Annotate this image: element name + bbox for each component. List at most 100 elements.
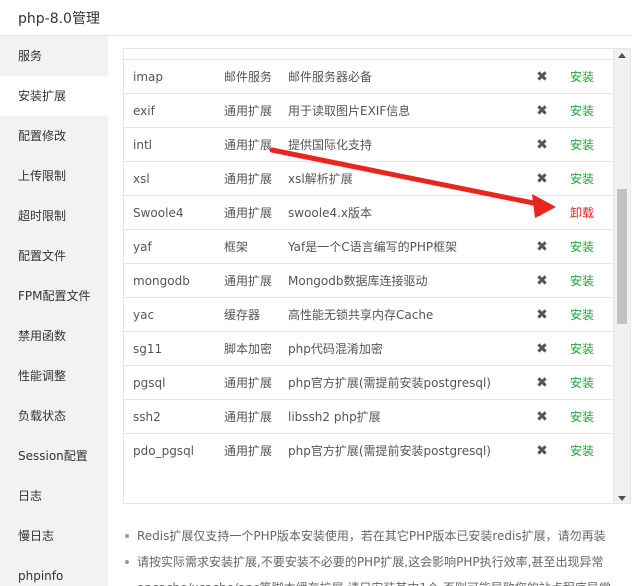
cross-icon: ✖ — [522, 59, 562, 94]
extension-name: xsl — [124, 161, 216, 196]
extension-name: exif — [124, 93, 216, 128]
extension-name: pdo_pgsql — [124, 433, 216, 468]
install-link[interactable]: 安装 — [570, 444, 594, 458]
install-link[interactable]: 安装 — [570, 376, 594, 390]
sidebar-item-phpinfo[interactable]: phpinfo — [0, 556, 108, 586]
extension-type: 缓存器 — [216, 297, 280, 332]
extension-description: Mongodb数据库连接驱动 — [280, 263, 522, 298]
scrollbar-thumb[interactable] — [617, 189, 627, 324]
extension-name: pgsql — [124, 365, 216, 400]
note-item: Redis扩展仅支持一个PHP版本安装使用，若在其它PHP版本已安装redis扩… — [123, 526, 628, 552]
extension-name: yaf — [124, 229, 216, 264]
sidebar-item-config-file[interactable]: 配置文件 — [0, 236, 108, 276]
check-icon: ✔ — [522, 195, 562, 230]
cross-icon: ✖ — [522, 161, 562, 196]
table-row: pdo_pgsql 通用扩展 php官方扩展(需提前安装postgresql) ✖ 安装 — [124, 433, 614, 468]
table-row: Swoole4 通用扩展 swoole4.x版本 ✔ 卸载 — [124, 195, 614, 230]
sidebar-item-session-config[interactable]: Session配置 — [0, 436, 108, 476]
sidebar-item-upload-limit[interactable]: 上传限制 — [0, 156, 108, 196]
cross-icon: ✖ — [522, 263, 562, 298]
cross-icon: ✖ — [522, 433, 562, 468]
install-link[interactable]: 安装 — [570, 172, 594, 186]
extension-description: 提供国际化支持 — [280, 127, 522, 162]
extension-description: php代码混淆加密 — [280, 331, 522, 366]
table-row: mongodb 通用扩展 Mongodb数据库连接驱动 ✖ 安装 — [124, 263, 614, 298]
extension-description: Yaf是一个C语言编写的PHP框架 — [280, 229, 522, 264]
extension-name: intl — [124, 127, 216, 162]
extension-type: 通用扩展 — [216, 399, 280, 434]
operation-cell: 安装 — [562, 263, 614, 298]
extension-type: 通用扩展 — [216, 127, 280, 162]
extension-table-container[interactable]: imap 邮件服务 邮件服务器必备 ✖ 安装 exif 通用扩展 用于读取图片EXIF信息 ✖ 安… — [123, 48, 631, 504]
sidebar: 服务 安装扩展 配置修改 上传限制 超时限制 配置文件 FPM配置文件 禁用函数… — [0, 36, 108, 586]
install-link[interactable]: 安装 — [570, 342, 594, 356]
extension-type: 通用扩展 — [216, 161, 280, 196]
window-title: php-8.0管理 — [18, 11, 100, 27]
cross-icon: ✖ — [522, 365, 562, 400]
sidebar-item-slow-log[interactable]: 慢日志 — [0, 516, 108, 556]
install-link[interactable]: 安装 — [570, 104, 594, 118]
main-content: imap 邮件服务 邮件服务器必备 ✖ 安装 exif 通用扩展 用于读取图片EXIF信息 ✖ 安… — [108, 36, 632, 586]
cross-icon: ✖ — [522, 297, 562, 332]
scroll-up-arrow-icon[interactable] — [618, 53, 626, 58]
sidebar-item-config-modify[interactable]: 配置修改 — [0, 116, 108, 156]
sidebar-item-timeout-limit[interactable]: 超时限制 — [0, 196, 108, 236]
operation-cell: 安装 — [562, 297, 614, 332]
extension-name: ssh2 — [124, 399, 216, 434]
scroll-down-arrow-icon[interactable] — [618, 496, 626, 501]
uninstall-link[interactable]: 卸载 — [570, 206, 594, 220]
operation-cell: 安装 — [562, 331, 614, 366]
install-link[interactable]: 安装 — [570, 138, 594, 152]
table-row: sg11 脚本加密 php代码混淆加密 ✖ 安装 — [124, 331, 614, 366]
install-link[interactable]: 安装 — [570, 70, 594, 84]
cross-icon: ✖ — [522, 127, 562, 162]
sidebar-item-performance-tuning[interactable]: 性能调整 — [0, 356, 108, 396]
table-row: xsl 通用扩展 xsl解析扩展 ✖ 安装 — [124, 161, 614, 196]
extension-name: mongodb — [124, 263, 216, 298]
extension-type: 框架 — [216, 229, 280, 264]
note-item: opcache/xcache/apc等脚本缓存扩展,请只安装其中1个,否则可能导… — [123, 578, 628, 586]
operation-cell: 安装 — [562, 59, 614, 94]
operation-cell: 安装 — [562, 127, 614, 162]
extension-description: 邮件服务器必备 — [280, 59, 522, 94]
extension-table-viewport: imap 邮件服务 邮件服务器必备 ✖ 安装 exif 通用扩展 用于读取图片EXIF信息 ✖ 安… — [124, 49, 614, 503]
sidebar-item-service[interactable]: 服务 — [0, 36, 108, 76]
sidebar-item-install-extensions[interactable]: 安装扩展 — [0, 76, 108, 116]
extension-type: 通用扩展 — [216, 263, 280, 298]
extension-description: libssh2 php扩展 — [280, 399, 522, 434]
sidebar-item-fpm-config-file[interactable]: FPM配置文件 — [0, 276, 108, 316]
extension-description: php官方扩展(需提前安装postgresql) — [280, 433, 522, 468]
sidebar-item-disabled-functions[interactable]: 禁用函数 — [0, 316, 108, 356]
extension-description: swoole4.x版本 — [280, 195, 522, 230]
sidebar-item-log[interactable]: 日志 — [0, 476, 108, 516]
install-link[interactable]: 安装 — [570, 274, 594, 288]
cross-icon: ✖ — [522, 331, 562, 366]
extension-description: 高性能无锁共享内存Cache — [280, 297, 522, 332]
install-link[interactable]: 安装 — [570, 240, 594, 254]
extension-type: 通用扩展 — [216, 365, 280, 400]
cross-icon: ✖ — [522, 93, 562, 128]
notes-list: Redis扩展仅支持一个PHP版本安装使用，若在其它PHP版本已安装redis扩… — [123, 526, 628, 586]
table-row: yac 缓存器 高性能无锁共享内存Cache ✖ 安装 — [124, 297, 614, 332]
sidebar-item-load-status[interactable]: 负载状态 — [0, 396, 108, 436]
operation-cell: 安装 — [562, 399, 614, 434]
vertical-scrollbar[interactable] — [613, 49, 630, 503]
extension-name: Swoole4 — [124, 195, 216, 230]
extension-description: xsl解析扩展 — [280, 161, 522, 196]
install-link[interactable]: 安装 — [570, 308, 594, 322]
table-row: imap 邮件服务 邮件服务器必备 ✖ 安装 — [124, 59, 614, 94]
extension-type: 脚本加密 — [216, 331, 280, 366]
operation-cell: 安装 — [562, 433, 614, 468]
install-link[interactable]: 安装 — [570, 410, 594, 424]
extension-table: imap 邮件服务 邮件服务器必备 ✖ 安装 exif 通用扩展 用于读取图片EXIF信息 ✖ 安… — [124, 59, 614, 468]
window-titlebar: php-8.0管理 — [0, 0, 632, 36]
operation-cell: 安装 — [562, 93, 614, 128]
extension-type: 邮件服务 — [216, 59, 280, 94]
extension-description: 用于读取图片EXIF信息 — [280, 93, 522, 128]
operation-cell: 安装 — [562, 365, 614, 400]
extension-type: 通用扩展 — [216, 433, 280, 468]
operation-cell: 安装 — [562, 161, 614, 196]
extension-description: php官方扩展(需提前安装postgresql) — [280, 365, 522, 400]
extension-type: 通用扩展 — [216, 93, 280, 128]
cross-icon: ✖ — [522, 229, 562, 264]
